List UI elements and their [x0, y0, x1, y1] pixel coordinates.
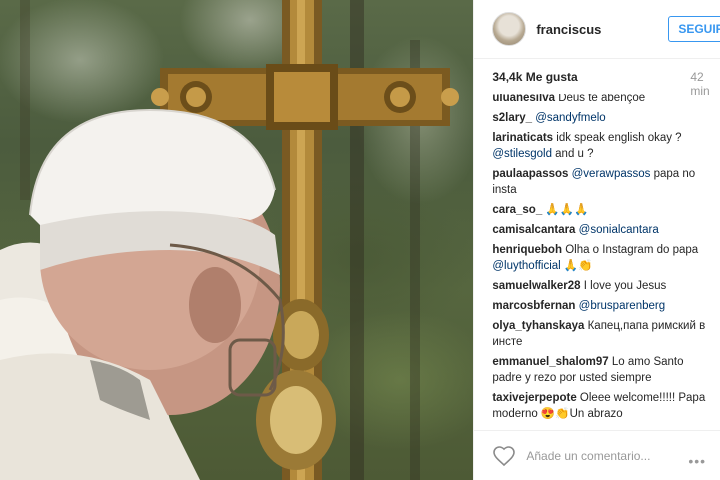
comment-username[interactable]: cara_so_: [492, 204, 542, 216]
comment-mention[interactable]: @brusparenberg: [579, 300, 665, 312]
comment-item: marcosbfernan @brusparenberg: [492, 298, 714, 314]
comment-item: olya_tyhanskaya Капец,папа римский в инс…: [492, 318, 714, 350]
comment-item: taxivejerpepote Oleee welcome!!!!! Papa …: [492, 390, 714, 422]
comment-item: larinaticats idk speak english okay ? @s…: [492, 130, 714, 162]
comment-item: camisalcantara @sonialcantara: [492, 222, 714, 238]
comment-username[interactable]: olya_tyhanskaya: [492, 320, 584, 332]
follow-button[interactable]: SEGUIR: [668, 16, 720, 42]
comment-username[interactable]: henriqueboh: [492, 244, 562, 256]
post-meta: 34,4k Me gusta 42 min: [474, 59, 720, 98]
comment-text-after: and u ?: [551, 148, 594, 160]
comment-mention[interactable]: @luythofficial: [492, 260, 560, 272]
comment-mention[interactable]: @verawpassos: [572, 168, 651, 180]
comment-username[interactable]: uluanesilva: [492, 94, 555, 104]
comment-item: henriqueboh Olha o Instagram do papa @lu…: [492, 242, 714, 274]
comment-text: idk speak english okay ?: [556, 132, 682, 144]
comment-item: uluanesilva Deus te abençoe: [492, 94, 714, 106]
username[interactable]: franciscus: [536, 22, 601, 37]
comments-list[interactable]: uluanesilva Deus te abençoe s2lary_ @sand…: [474, 94, 720, 430]
comment-username[interactable]: s2lary_: [492, 112, 532, 124]
comment-item: s2lary_ @sandyfmelo: [492, 110, 714, 126]
heart-icon[interactable]: [492, 444, 516, 468]
likes-count[interactable]: 34,4k Me gusta: [492, 70, 577, 84]
photo-illustration: [0, 0, 459, 480]
comment-mention[interactable]: @sandyfmelo: [535, 112, 605, 124]
comment-username[interactable]: marcosbfernan: [492, 300, 575, 312]
add-comment-input[interactable]: Añade un comentario...: [526, 449, 650, 463]
comment-username[interactable]: camisalcantara: [492, 224, 575, 236]
instagram-post: franciscus SEGUIR 34,4k Me gusta 42 min …: [0, 0, 720, 480]
comment-username[interactable]: taxivejerpepote: [492, 392, 576, 404]
comment-text: Olha o Instagram do papa: [565, 244, 699, 256]
comment-username[interactable]: larinaticats: [492, 132, 553, 144]
comment-text-after: 🙏👏: [560, 260, 593, 272]
comment-username[interactable]: emmanuel_shalom97: [492, 356, 608, 368]
comment-mention[interactable]: @sonialcantara: [579, 224, 659, 236]
post-side-panel: franciscus SEGUIR 34,4k Me gusta 42 min …: [473, 0, 720, 480]
comment-username[interactable]: samuelwalker28: [492, 280, 580, 292]
comment-item: samuelwalker28 I love you Jesus: [492, 278, 714, 294]
ellipsis-icon[interactable]: •••: [688, 453, 706, 469]
post-header: franciscus SEGUIR: [474, 0, 720, 59]
comment-mention[interactable]: @stilesgold: [492, 148, 552, 160]
comment-item: paulaapassos @verawpassos papa no insta: [492, 166, 714, 198]
comment-text: 🙏🙏🙏: [545, 204, 589, 216]
comment-username[interactable]: paulaapassos: [492, 168, 568, 180]
comment-item: cara_so_ 🙏🙏🙏: [492, 202, 714, 218]
comment-text: I love you Jesus: [583, 280, 667, 292]
comments-scroll: uluanesilva Deus te abençoe s2lary_ @sand…: [474, 94, 714, 426]
avatar[interactable]: [492, 12, 527, 46]
post-photo[interactable]: [0, 0, 474, 480]
comment-item: emmanuel_shalom97 Lo amo Santo padre y r…: [492, 354, 714, 386]
comment-text: Deus te abençoe: [558, 94, 646, 104]
comment-bar: Añade un comentario... •••: [474, 430, 720, 480]
